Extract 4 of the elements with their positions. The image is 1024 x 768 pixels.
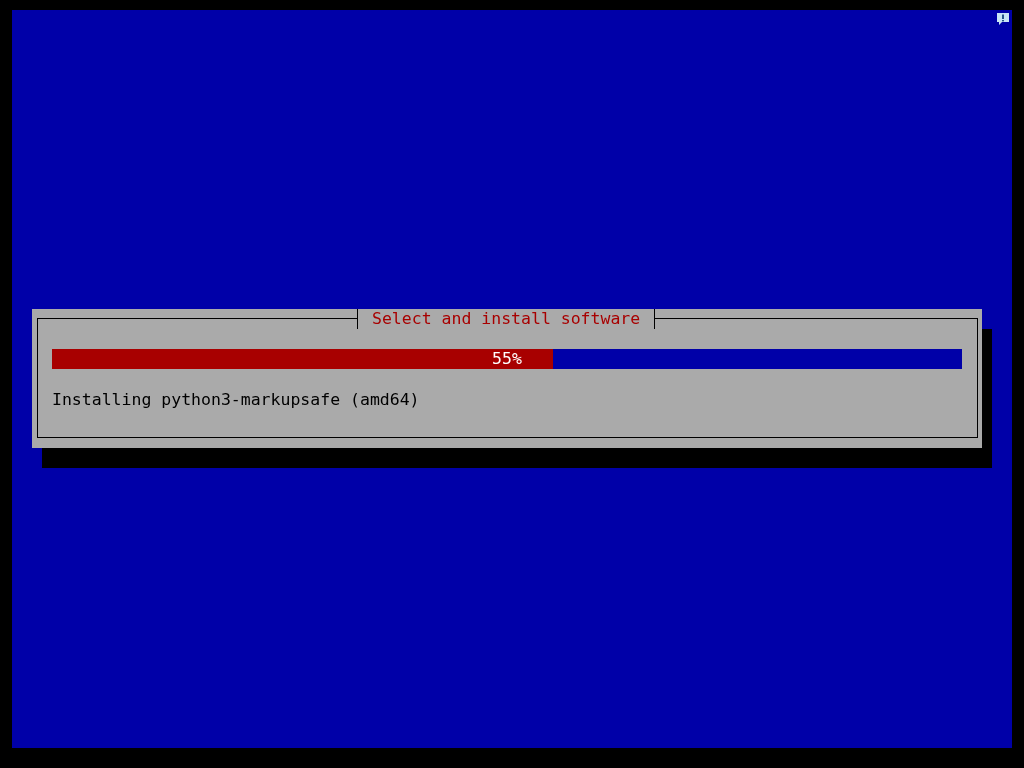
progress-percent: 55% xyxy=(492,349,522,369)
dialog-title: Select and install software xyxy=(357,309,656,329)
speech-bubble-icon xyxy=(996,12,1010,26)
status-text: Installing python3-markupsafe (amd64) xyxy=(52,389,421,411)
